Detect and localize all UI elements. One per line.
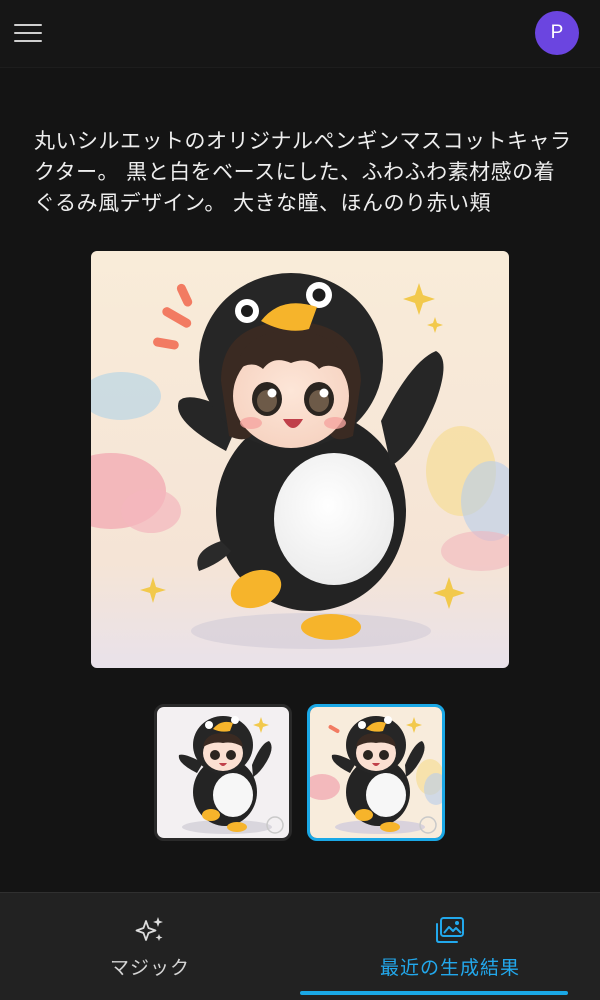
penguin-mascot-image <box>91 251 509 668</box>
hamburger-menu-icon[interactable] <box>14 22 44 46</box>
thumbnail-image <box>310 707 442 838</box>
sparkles-icon <box>135 917 163 941</box>
gallery-icon <box>436 917 464 943</box>
nav-recent-results[interactable]: 最近の生成結果 <box>300 893 600 1000</box>
thumbnail-2[interactable] <box>307 704 445 841</box>
active-tab-indicator <box>300 991 568 995</box>
top-bar: P <box>0 0 600 68</box>
bottom-navigation: マジック 最近の生成結果 <box>0 892 600 1000</box>
prompt-text: 丸いシルエットのオリジナルペンギンマスコットキャラクター。 黒と白をベースにした… <box>34 129 572 215</box>
avatar-initial: P <box>550 22 564 43</box>
avatar[interactable]: P <box>535 11 579 55</box>
nav-magic[interactable]: マジック <box>0 893 300 1000</box>
thumbnail-1[interactable] <box>154 704 292 841</box>
generated-image[interactable] <box>91 251 509 668</box>
nav-magic-label: マジック <box>109 957 190 979</box>
thumbnail-image <box>157 707 289 838</box>
nav-recent-label: 最近の生成結果 <box>379 957 520 979</box>
